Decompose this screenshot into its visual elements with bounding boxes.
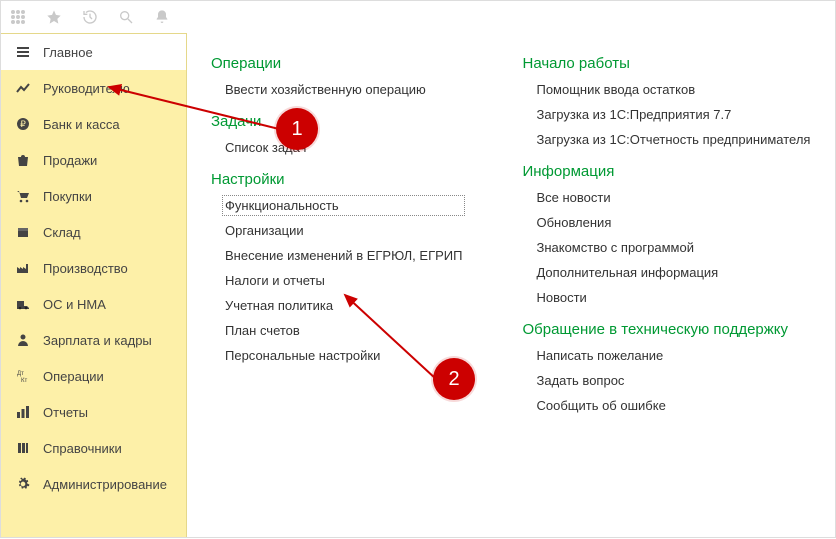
sidebar-item-label: Администрирование (43, 477, 167, 492)
link-right-2-0[interactable]: Написать пожелание (536, 348, 810, 363)
link-left-2-2[interactable]: Внесение изменений в ЕГРЮЛ, ЕГРИП (225, 248, 462, 263)
search-icon[interactable] (117, 8, 135, 26)
gear-icon (15, 476, 31, 492)
link-right-1-4[interactable]: Новости (536, 290, 810, 305)
ruble-icon: ₽ (15, 116, 31, 132)
link-list: Ввести хозяйственную операцию (225, 82, 462, 97)
bell-icon[interactable] (153, 8, 171, 26)
link-left-2-5[interactable]: План счетов (225, 323, 462, 338)
sidebar-item-label: Продажи (43, 153, 97, 168)
sidebar-item-6[interactable]: Производство (1, 250, 186, 286)
group-title-right-0[interactable]: Начало работы (522, 55, 810, 72)
sidebar-item-label: Операции (43, 369, 104, 384)
group-title-right-1[interactable]: Информация (522, 163, 810, 180)
link-left-1-0[interactable]: Список задач (225, 140, 462, 155)
factory-icon (15, 260, 31, 276)
svg-text:Дт: Дт (17, 371, 24, 377)
link-list: Написать пожелание Задать вопрос Сообщить … (536, 348, 810, 413)
link-left-0-0[interactable]: Ввести хозяйственную операцию (225, 82, 462, 97)
sidebar-item-label: Главное (43, 45, 93, 60)
link-list: Список задач (225, 140, 462, 155)
sidebar-item-label: Банк и касса (43, 117, 120, 132)
link-right-1-2[interactable]: Знакомство с программой (536, 240, 810, 255)
link-list: Все новости Обновления Знакомство с програ… (536, 190, 810, 305)
cart-icon (15, 188, 31, 204)
link-left-2-4[interactable]: Учетная политика (225, 298, 462, 313)
sidebar-item-label: Справочники (43, 441, 122, 456)
sidebar-item-1[interactable]: Руководителю (1, 70, 186, 106)
link-right-2-1[interactable]: Задать вопрос (536, 373, 810, 388)
group-title-left-2[interactable]: Настройки (211, 171, 462, 188)
svg-text:Кт: Кт (21, 378, 27, 383)
link-left-2-3[interactable]: Налоги и отчеты (225, 273, 462, 288)
link-right-0-0[interactable]: Помощник ввода остатков (536, 82, 810, 97)
sidebar-item-8[interactable]: Зарплата и кадры (1, 322, 186, 358)
link-right-1-0[interactable]: Все новости (536, 190, 810, 205)
trend-icon (15, 80, 31, 96)
link-right-1-1[interactable]: Обновления (536, 215, 810, 230)
sidebar-item-10[interactable]: Отчеты (1, 394, 186, 430)
group-title-left-0[interactable]: Операции (211, 55, 462, 72)
link-left-2-0[interactable]: Функциональность (225, 198, 462, 213)
person-icon (15, 332, 31, 348)
sidebar-item-5[interactable]: Склад (1, 214, 186, 250)
link-left-2-1[interactable]: Организации (225, 223, 462, 238)
sidebar: Главное Руководителю ₽ Банк и касса Продажи П… (1, 33, 187, 537)
sidebar-item-label: Зарплата и кадры (43, 333, 152, 348)
group-title-right-2[interactable]: Обращение в техническую поддержку (522, 321, 810, 338)
bars-icon (15, 404, 31, 420)
sidebar-item-label: ОС и НМА (43, 297, 106, 312)
sidebar-item-0[interactable]: Главное (1, 34, 186, 70)
link-right-2-2[interactable]: Сообщить об ошибке (536, 398, 810, 413)
link-list: Функциональность Организации Внесение изме… (225, 198, 462, 363)
sidebar-item-11[interactable]: Справочники (1, 430, 186, 466)
link-list: Помощник ввода остатков Загрузка из 1С:Пр… (536, 82, 810, 147)
books-icon (15, 440, 31, 456)
group-title-left-1[interactable]: Задачи (211, 113, 462, 130)
top-toolbar (1, 1, 835, 33)
link-right-0-1[interactable]: Загрузка из 1С:Предприятия 7.7 (536, 107, 810, 122)
sidebar-item-9[interactable]: ДтКт Операции (1, 358, 186, 394)
star-icon[interactable] (45, 8, 63, 26)
sidebar-item-label: Отчеты (43, 405, 88, 420)
sidebar-item-7[interactable]: ОС и НМА (1, 286, 186, 322)
sidebar-item-label: Производство (43, 261, 128, 276)
svg-text:₽: ₽ (20, 119, 26, 129)
menu-icon (15, 44, 31, 60)
history-icon[interactable] (81, 8, 99, 26)
sidebar-item-2[interactable]: ₽ Банк и касса (1, 106, 186, 142)
link-right-1-3[interactable]: Дополнительная информация (536, 265, 810, 280)
sidebar-item-label: Покупки (43, 189, 92, 204)
link-left-2-6[interactable]: Персональные настройки (225, 348, 462, 363)
sidebar-item-12[interactable]: Администрирование (1, 466, 186, 502)
sidebar-item-3[interactable]: Продажи (1, 142, 186, 178)
dtkt-icon: ДтКт (15, 368, 31, 384)
sidebar-item-4[interactable]: Покупки (1, 178, 186, 214)
content-area: Операции Ввести хозяйственную операцию Зад… (187, 33, 835, 537)
bag-icon (15, 152, 31, 168)
truck-icon (15, 296, 31, 312)
sidebar-item-label: Руководителю (43, 81, 130, 96)
sidebar-item-label: Склад (43, 225, 81, 240)
link-right-0-2[interactable]: Загрузка из 1С:Отчетность предпринимател… (536, 132, 810, 147)
box-icon (15, 224, 31, 240)
apps-icon[interactable] (9, 8, 27, 26)
